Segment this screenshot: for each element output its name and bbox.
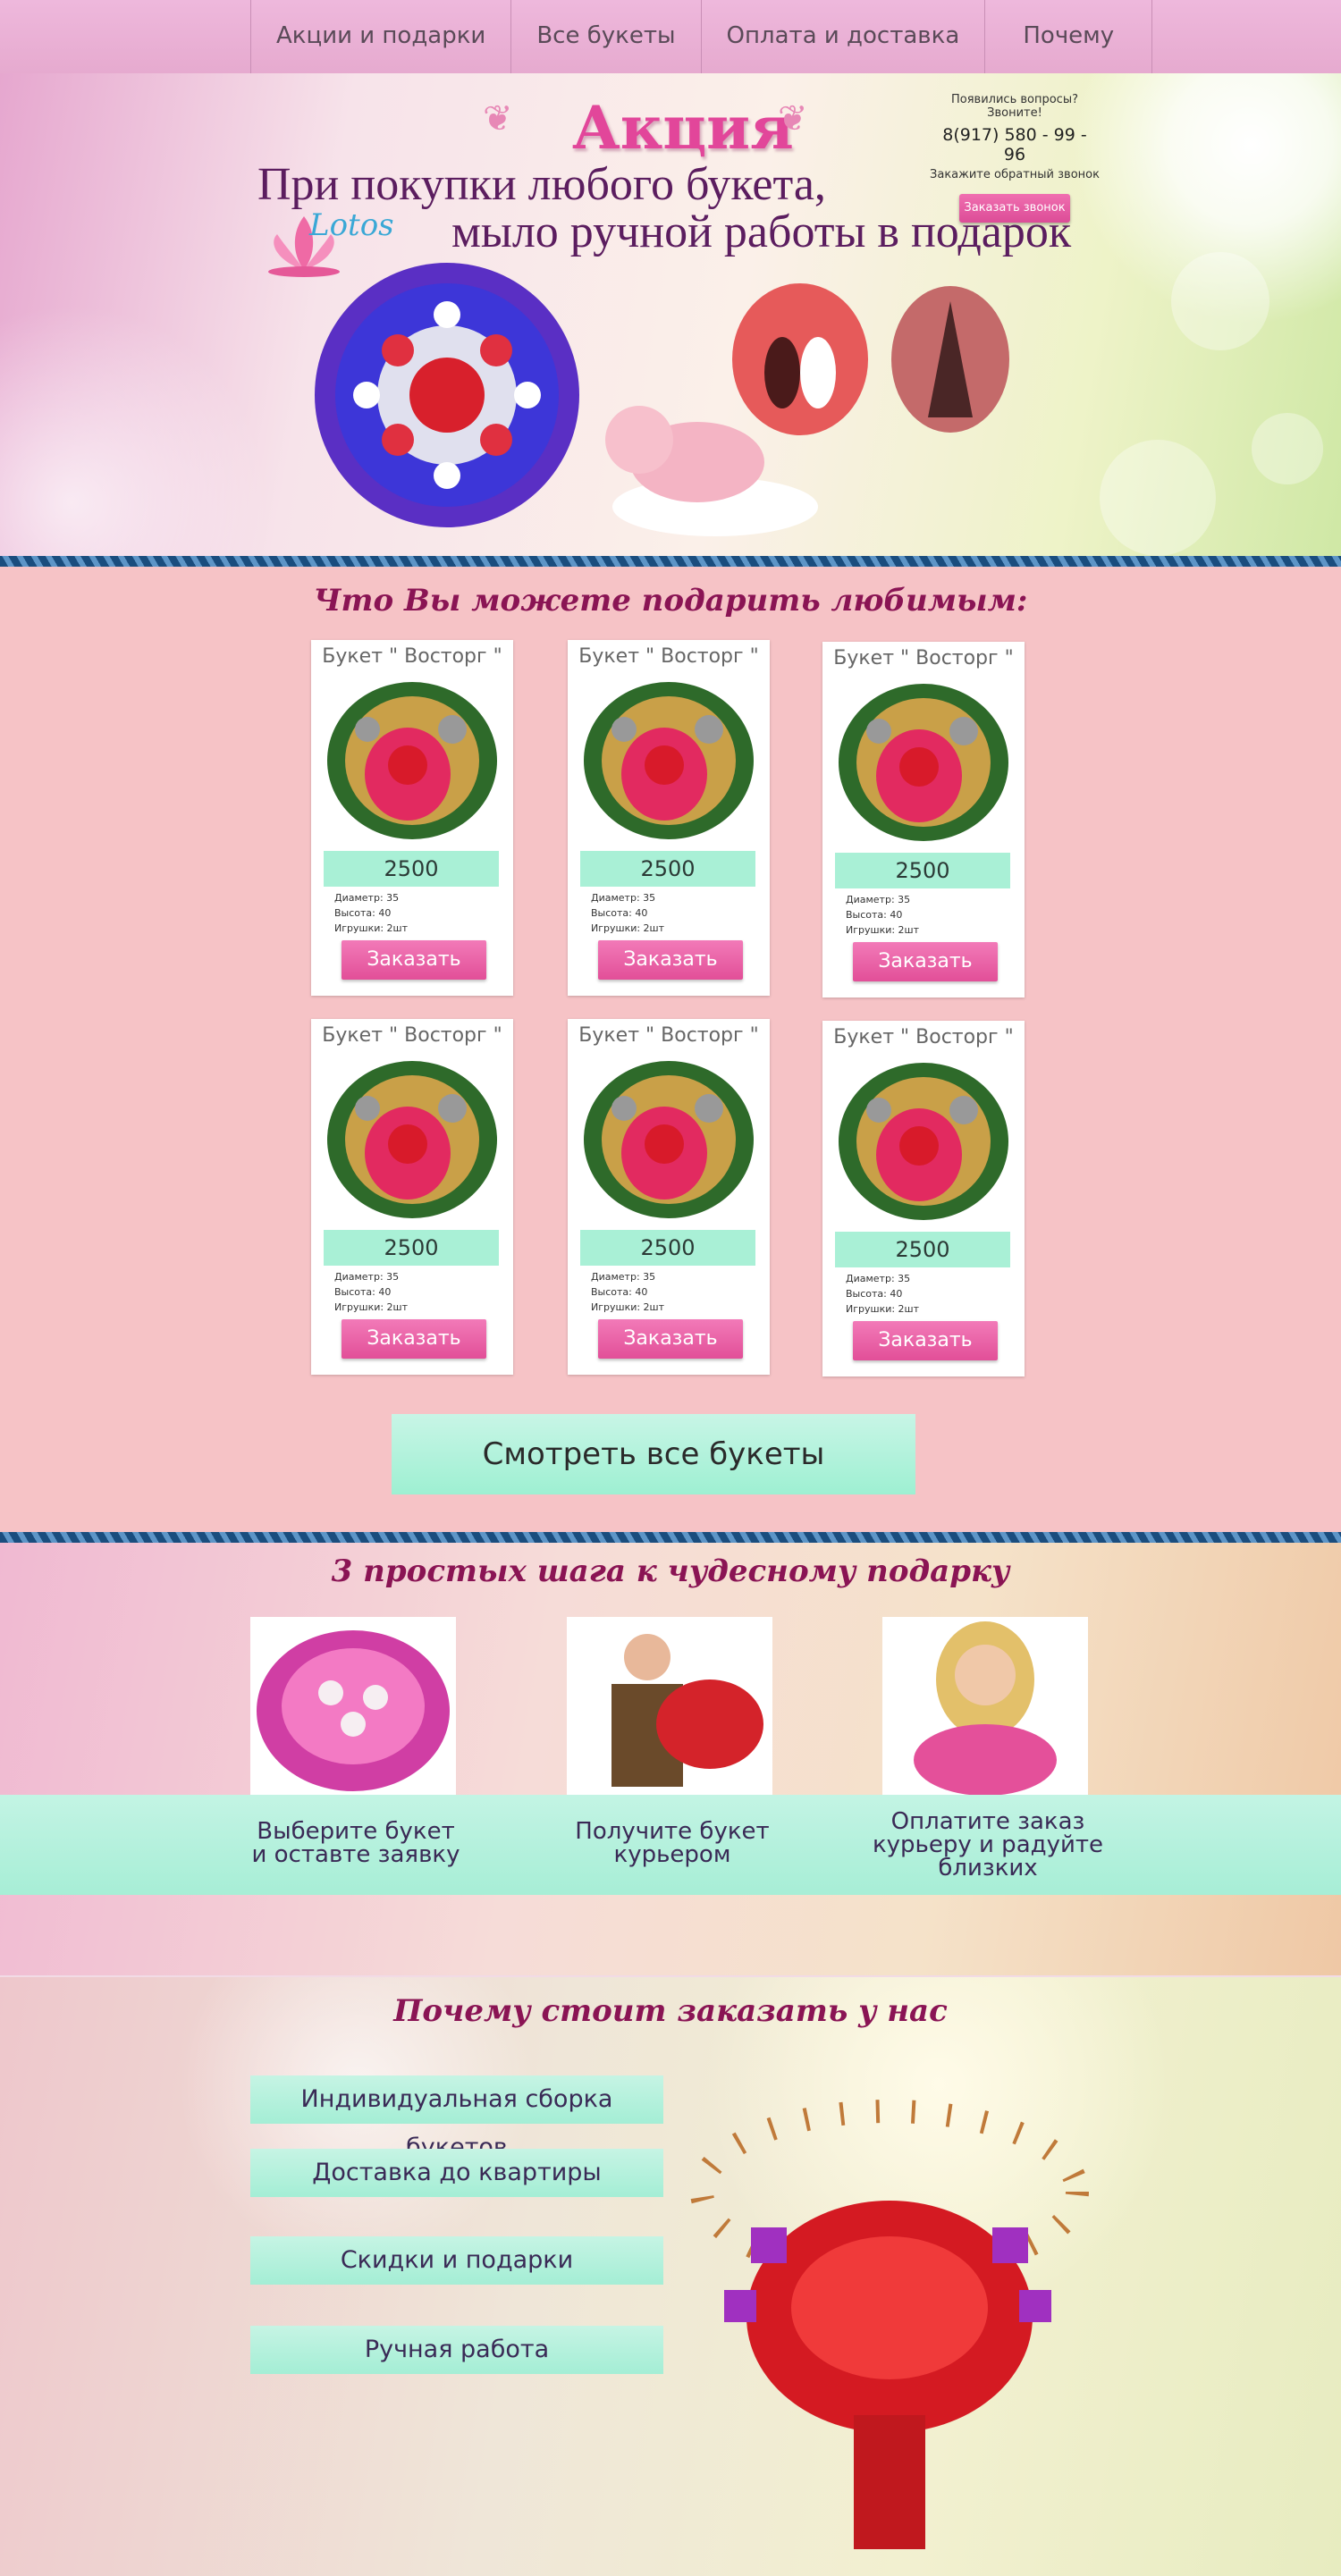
step-3-line1: Оплатите заказ [890,1808,1085,1835]
product-height: Высота: 40 [591,1286,648,1298]
product-toys: Игрушки: 2шт [334,922,409,934]
products-title: Что Вы можете подарить любимым: [313,583,1028,619]
ornament-right-icon: ❦ [778,98,808,139]
callback-caption: Закажите обратный звонок [930,168,1100,181]
step-3-caption: Оплатите заказ курьеру и радуйте близких [872,1810,1104,1880]
why-item-handmade: Ручная работа [250,2326,663,2374]
step-2-caption: Получите букет курьером [556,1820,789,1866]
logo-text: Lotos [309,207,394,243]
phone-number[interactable]: 8(917) 580 - 99 - 96 [930,125,1100,164]
product-toys: Игрушки: 2шт [591,922,665,934]
order-button[interactable]: Заказать [598,1319,743,1359]
step-courier-image [567,1617,772,1796]
product-price: 2500 [324,1230,499,1266]
nav-menu: Акции и подарки Все букеты Оплата и дост… [250,0,1153,121]
step-1-line1: Выберите букет [257,1818,455,1845]
ornament-left-icon: ❦ [483,98,513,139]
step-2-line1: Получите букет [575,1818,770,1845]
product-card: Букет " Восторг " 2500 Диаметр: 35 Высот… [822,1021,1025,1376]
why-item-delivery: Доставка до квартиры [250,2149,663,2197]
product-diameter: Диаметр: 35 [334,892,400,904]
product-price: 2500 [324,851,499,887]
nav-item-payment-delivery[interactable]: Оплата и доставка [700,0,985,73]
product-image [839,1063,1008,1220]
step-3-line2: курьеру и радуйте [872,1831,1104,1858]
promo-subtitle-line1: При покупки любого букета, [257,159,826,210]
order-button[interactable]: Заказать [342,940,486,980]
big-bouquet-image [690,2100,1089,2549]
step-bouquet-image [250,1617,456,1796]
bokeh-decoration [1100,440,1216,556]
order-button[interactable]: Заказать [853,942,998,981]
product-height: Высота: 40 [334,1286,392,1298]
cats-soap-image [732,283,868,435]
product-image [327,682,497,839]
product-height: Высота: 40 [334,907,392,919]
product-name: Букет " Восторг " [578,645,759,668]
product-name: Букет " Восторг " [322,1024,502,1047]
product-name: Букет " Восторг " [322,645,502,668]
contact-block: Появились вопросы? Звоните! 8(917) 580 -… [930,93,1100,223]
nav-item-all-bouquets[interactable]: Все букеты [510,0,700,73]
product-diameter: Диаметр: 35 [846,894,911,905]
eiffel-soap-image [891,286,1009,433]
product-price: 2500 [580,851,755,887]
nav-item-promotions[interactable]: Акции и подарки [250,0,510,73]
product-name: Букет " Восторг " [578,1024,759,1047]
view-all-bouquets-button[interactable]: Смотреть все букеты [392,1414,915,1494]
product-image [584,682,754,839]
promo-title: Акция [572,93,794,163]
step-2-line2: курьером [613,1841,731,1868]
product-toys: Игрушки: 2шт [846,1303,920,1315]
order-button[interactable]: Заказать [598,940,743,980]
step-1-caption: Выберите букет и оставте заявку [240,1820,472,1866]
bokeh-decoration [1171,252,1269,350]
product-height: Высота: 40 [846,1288,903,1300]
product-card: Букет " Восторг " 2500 Диаметр: 35 Высот… [568,640,770,996]
product-diameter: Диаметр: 35 [846,1273,911,1284]
product-price: 2500 [580,1230,755,1266]
product-card: Букет " Восторг " 2500 Диаметр: 35 Высот… [822,642,1025,998]
product-image [839,684,1008,841]
product-height: Высота: 40 [846,909,903,921]
order-button[interactable]: Заказать [853,1321,998,1360]
product-price: 2500 [835,853,1010,888]
product-name: Букет " Восторг " [833,1026,1014,1048]
product-toys: Игрушки: 2шт [591,1301,665,1313]
step-happy-woman-image [882,1617,1088,1796]
product-diameter: Диаметр: 35 [591,1271,656,1283]
nav-item-why-us[interactable]: Почему мы [984,0,1153,121]
steps-title: 3 простых шага к чудесному подарку [331,1553,1010,1589]
order-button[interactable]: Заказать [342,1319,486,1359]
top-nav: Акции и подарки Все букеты Оплата и дост… [0,0,1341,121]
rope-divider [0,1532,1341,1543]
bokeh-decoration [1252,413,1323,484]
bouquet-image [315,263,579,527]
product-card: Букет " Восторг " 2500 Диаметр: 35 Высот… [568,1019,770,1375]
contact-question: Появились вопросы? Звоните! [951,93,1078,120]
product-diameter: Диаметр: 35 [591,892,656,904]
products-section: Что Вы можете подарить любимым: Букет " … [0,567,1341,1532]
product-image [584,1061,754,1218]
product-diameter: Диаметр: 35 [334,1271,400,1283]
product-height: Высота: 40 [591,907,648,919]
why-item-discounts: Скидки и подарки [250,2236,663,2285]
product-name: Букет " Восторг " [833,647,1014,669]
product-card: Букет " Восторг " 2500 Диаметр: 35 Высот… [311,1019,513,1375]
why-us-section: Почему стоит заказать у нас Индивидуальн… [0,1977,1341,2576]
product-price: 2500 [835,1232,1010,1267]
why-item-custom-assembly: Индивидуальная сборка букетов [250,2075,663,2161]
steps-section: 3 простых шага к чудесному подарку Выбер… [0,1543,1341,1975]
step-3-line3: близких [938,1855,1038,1881]
order-callback-button[interactable]: Заказать звонок [959,194,1070,223]
product-image [327,1061,497,1218]
product-card: Букет " Восторг " 2500 Диаметр: 35 Высот… [311,640,513,996]
product-toys: Игрушки: 2шт [846,924,920,936]
why-us-title: Почему стоит заказать у нас [393,1993,948,2029]
hero-banner: ❦ Акция ❦ При покупки любого букета, мыл… [0,73,1341,556]
rope-divider [0,556,1341,567]
step-1-line2: и оставте заявку [251,1841,460,1868]
product-toys: Игрушки: 2шт [334,1301,409,1313]
